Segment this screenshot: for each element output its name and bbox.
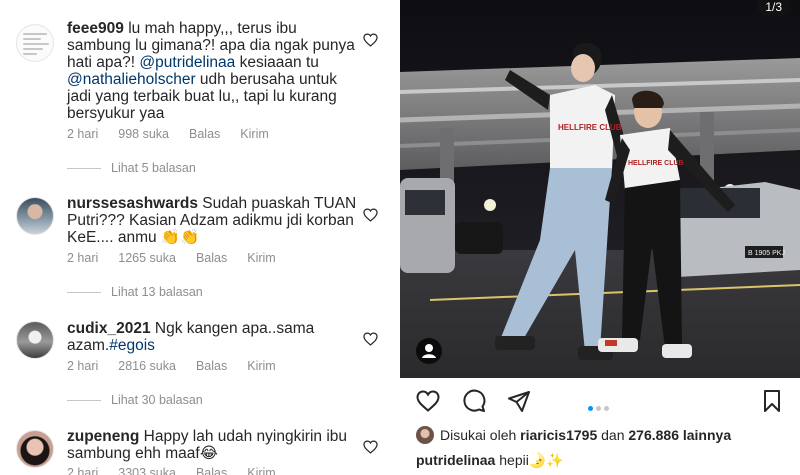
avatar[interactable] <box>16 24 54 62</box>
comment-likes[interactable]: 1265 suka <box>118 251 176 265</box>
comment-bubble-icon[interactable] <box>462 389 486 413</box>
comment-time: 2 hari <box>67 359 99 373</box>
comment-text: cudix_2021 Ngk kangen apa..sama azam.#eg… <box>67 320 357 354</box>
like-heart-icon[interactable] <box>416 389 440 413</box>
comment-username[interactable]: feee909 <box>67 20 124 37</box>
hashtag-link[interactable]: #egois <box>109 337 155 354</box>
comments-panel: feee909 lu mah happy,,, terus ibu sambun… <box>0 0 390 475</box>
like-heart-icon[interactable] <box>363 440 378 454</box>
comment-username[interactable]: zupeneng <box>67 428 139 445</box>
send-button[interactable]: Kirim <box>247 251 275 265</box>
send-button[interactable]: Kirim <box>240 127 268 141</box>
carousel-dot <box>588 406 593 411</box>
liked-prefix: Disukai oleh <box>440 427 521 443</box>
liked-by: Disukai oleh riaricis1795 dan 276.886 la… <box>416 426 731 444</box>
carousel-dot <box>604 406 609 411</box>
post-panel: B 1905 PKJ HELLFIRE CLUB HELLFIRE CLUB 1… <box>400 0 800 475</box>
like-heart-icon[interactable] <box>363 332 378 346</box>
mention-link[interactable]: @nathalieholscher <box>67 71 196 88</box>
tagged-user-icon[interactable] <box>416 338 442 364</box>
like-heart-icon[interactable] <box>363 33 378 47</box>
view-replies-button[interactable]: Lihat 30 balasan <box>67 393 203 407</box>
post-actions-bar <box>400 378 800 422</box>
reply-button[interactable]: Balas <box>196 359 227 373</box>
liked-count-link[interactable]: 276.886 lainnya <box>628 427 731 443</box>
avatar[interactable] <box>16 197 54 235</box>
replies-divider <box>67 168 101 170</box>
comment-likes[interactable]: 998 suka <box>118 127 169 141</box>
replies-divider <box>67 292 101 294</box>
comment-meta: 2 hari 2816 suka Balas Kirim <box>67 359 296 373</box>
comment-text: feee909 lu mah happy,,, terus ibu sambun… <box>67 20 357 122</box>
comment-username[interactable]: nurssesashwards <box>67 195 198 212</box>
shirt-text-left: HELLFIRE CLUB <box>558 123 622 132</box>
liker-avatar[interactable] <box>416 426 434 444</box>
comment-text: zupeneng Happy lah udah nyingkirin ibu s… <box>67 428 357 462</box>
carousel-counter: 1/3 <box>757 0 790 16</box>
comment-likes[interactable]: 2816 suka <box>118 359 176 373</box>
carousel-indicator <box>588 398 612 416</box>
view-replies-label: Lihat 5 balasan <box>111 161 196 175</box>
post-caption: putridelinaa hepii🌛✨ <box>416 452 564 469</box>
comment-meta: 2 hari 1265 suka Balas Kirim <box>67 251 296 265</box>
view-replies-button[interactable]: Lihat 13 balasan <box>67 285 203 299</box>
caption-username[interactable]: putridelinaa <box>416 452 495 468</box>
comment-body: kesiaaan tu <box>235 54 319 71</box>
comment-time: 2 hari <box>67 466 99 475</box>
reply-button[interactable]: Balas <box>189 127 220 141</box>
caption-text: hepii🌛✨ <box>495 452 564 468</box>
send-button[interactable]: Kirim <box>247 359 275 373</box>
comment-time: 2 hari <box>67 251 99 265</box>
license-plate: B 1905 PKJ <box>748 250 785 257</box>
liked-mid: dan <box>597 427 629 443</box>
liked-user-link[interactable]: riaricis1795 <box>520 427 597 443</box>
mention-link[interactable]: @putridelinaa <box>139 54 235 71</box>
photo-illustration: B 1905 PKJ HELLFIRE CLUB HELLFIRE CLUB <box>400 0 800 378</box>
view-replies-label: Lihat 30 balasan <box>111 393 203 407</box>
like-heart-icon[interactable] <box>363 208 378 222</box>
shirt-text-right: HELLFIRE CLUB <box>628 160 684 167</box>
comment-meta: 2 hari 998 suka Balas Kirim <box>67 127 289 141</box>
reply-button[interactable]: Balas <box>196 251 227 265</box>
comment-likes[interactable]: 3303 suka <box>118 466 176 475</box>
avatar[interactable] <box>16 430 54 468</box>
share-paper-plane-icon[interactable] <box>507 389 531 413</box>
comment-username[interactable]: cudix_2021 <box>67 320 151 337</box>
post-photo[interactable]: B 1905 PKJ HELLFIRE CLUB HELLFIRE CLUB 1… <box>400 0 800 378</box>
replies-divider <box>67 400 101 402</box>
avatar[interactable] <box>16 321 54 359</box>
comment-text: nurssesashwards Sudah puaskah TUAN Putri… <box>67 195 357 246</box>
carousel-dot <box>596 406 601 411</box>
view-replies-label: Lihat 13 balasan <box>111 285 203 299</box>
bookmark-icon[interactable] <box>760 389 784 413</box>
view-replies-button[interactable]: Lihat 5 balasan <box>67 161 196 175</box>
send-button[interactable]: Kirim <box>247 466 275 475</box>
comment-time: 2 hari <box>67 127 99 141</box>
comment-meta: 2 hari 3303 suka Balas Kirim <box>67 466 296 475</box>
reply-button[interactable]: Balas <box>196 466 227 475</box>
